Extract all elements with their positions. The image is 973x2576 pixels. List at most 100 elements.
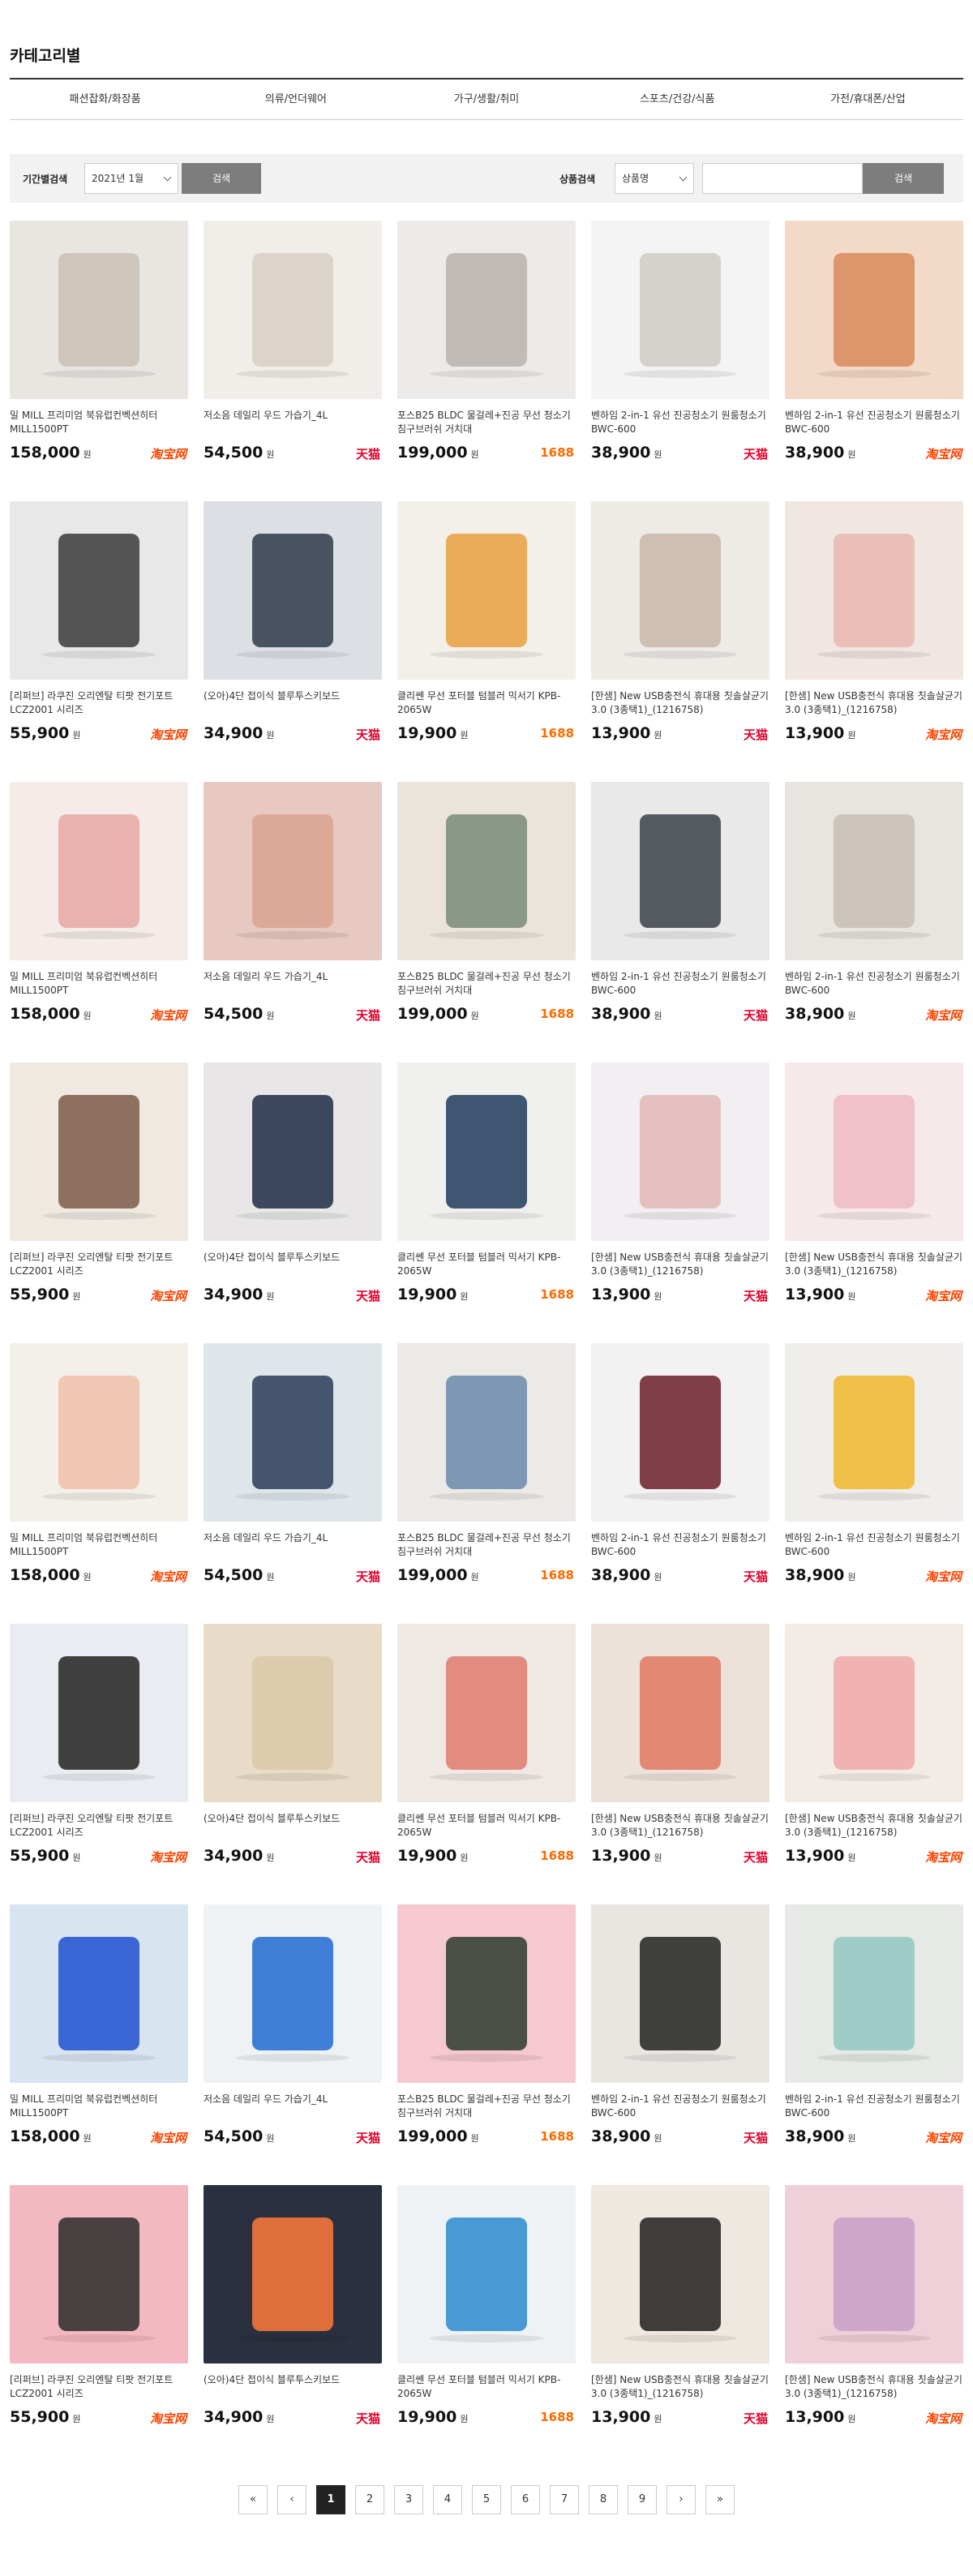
product-name[interactable]: 클리쎈 무선 포터블 텀블러 믹서기 KPB-2065W xyxy=(397,2373,576,2401)
product-image[interactable] xyxy=(397,501,576,680)
product-card[interactable]: 벤하임 2-in-1 유선 진공청소기 원룸청소기 BWC-600 38,900 원… xyxy=(591,1343,769,1624)
period-select[interactable]: 2021년 1월 xyxy=(84,163,178,194)
category-item-fashion[interactable]: 패션잡화/화장품 xyxy=(10,79,200,119)
product-card[interactable]: 밀 MILL 프리미엄 북유럽컨벡션히터 MILL1500PT 158,000 원 淘… xyxy=(10,782,188,1063)
product-card[interactable]: [리퍼브] 라쿠진 오리엔탈 티팟 전기포트 LCZ2001 시리즈 55,900… xyxy=(10,501,188,782)
product-card[interactable]: [리퍼브] 라쿠진 오리엔탈 티팟 전기포트 LCZ2001 시리즈 55,900… xyxy=(10,1063,188,1343)
product-image[interactable] xyxy=(591,1343,769,1522)
product-name[interactable]: (오아)4단 접이식 블루투스키보드 xyxy=(204,1251,382,1278)
product-card[interactable]: 벤하임 2-in-1 유선 진공청소기 원룸청소기 BWC-600 38,900 원… xyxy=(785,1343,963,1624)
category-item-living[interactable]: 가구/생활/취미 xyxy=(391,79,581,119)
product-card[interactable]: [리퍼브] 라쿠진 오리엔탈 티팟 전기포트 LCZ2001 시리즈 55,900… xyxy=(10,1624,188,1904)
product-name[interactable]: 포스B25 BLDC 물걸레+진공 무선 청소기 침구브러쉬 거치대 xyxy=(397,970,576,998)
page-button-1[interactable]: 1 xyxy=(316,2485,345,2514)
product-name[interactable]: 밀 MILL 프리미엄 북유럽컨벡션히터 MILL1500PT xyxy=(10,1531,188,1559)
product-name[interactable]: 밀 MILL 프리미엄 북유럽컨벡션히터 MILL1500PT xyxy=(10,2093,188,2120)
product-card[interactable]: [한샘] New USB충전식 휴대용 칫솔살균기3.0 (3종택1)_(121… xyxy=(591,1063,769,1343)
product-name[interactable]: 클리쎈 무선 포터블 텀블러 믹서기 KPB-2065W xyxy=(397,1812,576,1840)
product-name[interactable]: 밀 MILL 프리미엄 북유럽컨벡션히터 MILL1500PT xyxy=(10,409,188,436)
product-name[interactable]: [리퍼브] 라쿠진 오리엔탈 티팟 전기포트 LCZ2001 시리즈 xyxy=(10,1251,188,1278)
product-card[interactable]: 포스B25 BLDC 물걸레+진공 무선 청소기 침구브러쉬 거치대 199,00… xyxy=(397,1343,576,1624)
product-name[interactable]: (오아)4단 접이식 블루투스키보드 xyxy=(204,1812,382,1840)
product-image[interactable] xyxy=(10,1063,188,1241)
product-card[interactable]: 밀 MILL 프리미엄 북유럽컨벡션히터 MILL1500PT 158,000 원 淘… xyxy=(10,1343,188,1624)
product-image[interactable] xyxy=(204,2185,382,2363)
product-image[interactable] xyxy=(204,1624,382,1802)
product-image[interactable] xyxy=(591,221,769,399)
product-field-select[interactable]: 상품명 xyxy=(615,163,694,194)
product-card[interactable]: [한샘] New USB충전식 휴대용 칫솔살균기3.0 (3종택1)_(121… xyxy=(785,1624,963,1904)
period-search-button[interactable]: 검색 xyxy=(182,163,261,194)
product-image[interactable] xyxy=(10,1343,188,1522)
product-image[interactable] xyxy=(397,782,576,960)
product-name[interactable]: 벤하임 2-in-1 유선 진공청소기 원룸청소기 BWC-600 xyxy=(785,2093,963,2120)
product-name[interactable]: 벤하임 2-in-1 유선 진공청소기 원룸청소기 BWC-600 xyxy=(591,970,769,998)
product-image[interactable] xyxy=(785,1904,963,2083)
product-name[interactable]: [한샘] New USB충전식 휴대용 칫솔살균기3.0 (3종택1)_(121… xyxy=(591,1812,769,1840)
product-card[interactable]: [한샘] New USB충전식 휴대용 칫솔살균기3.0 (3종택1)_(121… xyxy=(591,1624,769,1904)
product-image[interactable] xyxy=(204,221,382,399)
product-image[interactable] xyxy=(397,1624,576,1802)
prev-page-button[interactable]: ‹ xyxy=(277,2485,306,2514)
product-image[interactable] xyxy=(10,2185,188,2363)
product-name[interactable]: [한샘] New USB충전식 휴대용 칫솔살균기3.0 (3종택1)_(121… xyxy=(785,1251,963,1278)
product-name[interactable]: 포스B25 BLDC 물걸레+진공 무선 청소기 침구브러쉬 거치대 xyxy=(397,409,576,436)
product-name[interactable]: [한샘] New USB충전식 휴대용 칫솔살균기3.0 (3종택1)_(121… xyxy=(591,2373,769,2401)
product-card[interactable]: (오아)4단 접이식 블루투스키보드 34,900 원 天猫 xyxy=(204,1624,382,1904)
product-image[interactable] xyxy=(397,221,576,399)
product-card[interactable]: 벤하임 2-in-1 유선 진공청소기 원룸청소기 BWC-600 38,900 원… xyxy=(785,221,963,501)
first-page-button[interactable]: « xyxy=(238,2485,268,2514)
page-button-5[interactable]: 5 xyxy=(472,2485,501,2514)
product-card[interactable]: [한샘] New USB충전식 휴대용 칫솔살균기3.0 (3종택1)_(121… xyxy=(785,1063,963,1343)
page-button-6[interactable]: 6 xyxy=(511,2485,540,2514)
product-card[interactable]: 벤하임 2-in-1 유선 진공청소기 원룸청소기 BWC-600 38,900 원… xyxy=(591,1904,769,2185)
product-card[interactable]: 벤하임 2-in-1 유선 진공청소기 원룸청소기 BWC-600 38,900 원… xyxy=(591,221,769,501)
product-name[interactable]: 벤하임 2-in-1 유선 진공청소기 원룸청소기 BWC-600 xyxy=(591,1531,769,1559)
product-card[interactable]: (오아)4단 접이식 블루투스키보드 34,900 원 天猫 xyxy=(204,1063,382,1343)
product-image[interactable] xyxy=(10,221,188,399)
product-name[interactable]: 벤하임 2-in-1 유선 진공청소기 원룸청소기 BWC-600 xyxy=(591,409,769,436)
page-button-2[interactable]: 2 xyxy=(355,2485,384,2514)
product-image[interactable] xyxy=(591,1063,769,1241)
product-name[interactable]: [한샘] New USB충전식 휴대용 칫솔살균기3.0 (3종택1)_(121… xyxy=(785,1812,963,1840)
product-image[interactable] xyxy=(10,782,188,960)
product-search-input[interactable] xyxy=(702,163,863,194)
product-card[interactable]: 벤하임 2-in-1 유선 진공청소기 원룸청소기 BWC-600 38,900 원… xyxy=(785,782,963,1063)
product-image[interactable] xyxy=(785,501,963,680)
product-card[interactable]: 클리쎈 무선 포터블 텀블러 믹서기 KPB-2065W 19,900 원 1688 xyxy=(397,501,576,782)
product-name[interactable]: 벤하임 2-in-1 유선 진공청소기 원룸청소기 BWC-600 xyxy=(785,970,963,998)
product-name[interactable]: 포스B25 BLDC 물걸레+진공 무선 청소기 침구브러쉬 거치대 xyxy=(397,1531,576,1559)
product-image[interactable] xyxy=(204,1904,382,2083)
product-image[interactable] xyxy=(397,1343,576,1522)
product-image[interactable] xyxy=(785,1063,963,1241)
product-image[interactable] xyxy=(785,2185,963,2363)
product-name[interactable]: 저소음 데일리 우드 가습기_4L xyxy=(204,409,382,436)
product-image[interactable] xyxy=(10,1624,188,1802)
page-button-4[interactable]: 4 xyxy=(433,2485,462,2514)
product-name[interactable]: 벤하임 2-in-1 유선 진공청소기 원룸청소기 BWC-600 xyxy=(591,2093,769,2120)
category-item-sports[interactable]: 스포츠/건강/식품 xyxy=(582,79,773,119)
product-image[interactable] xyxy=(785,782,963,960)
product-image[interactable] xyxy=(397,1063,576,1241)
product-card[interactable]: 저소음 데일리 우드 가습기_4L 54,500 원 天猫 xyxy=(204,221,382,501)
product-card[interactable]: 벤하임 2-in-1 유선 진공청소기 원룸청소기 BWC-600 38,900 원… xyxy=(591,782,769,1063)
product-name[interactable]: 저소음 데일리 우드 가습기_4L xyxy=(204,2093,382,2120)
product-card[interactable]: 밀 MILL 프리미엄 북유럽컨벡션히터 MILL1500PT 158,000 원 淘… xyxy=(10,1904,188,2185)
product-name[interactable]: (오아)4단 접이식 블루투스키보드 xyxy=(204,2373,382,2401)
product-image[interactable] xyxy=(785,221,963,399)
product-name[interactable]: 벤하임 2-in-1 유선 진공청소기 원룸청소기 BWC-600 xyxy=(785,409,963,436)
product-image[interactable] xyxy=(591,1904,769,2083)
page-button-7[interactable]: 7 xyxy=(550,2485,579,2514)
product-image[interactable] xyxy=(10,501,188,680)
product-card[interactable]: [한샘] New USB충전식 휴대용 칫솔살균기3.0 (3종택1)_(121… xyxy=(591,501,769,782)
product-name[interactable]: 클리쎈 무선 포터블 텀블러 믹서기 KPB-2065W xyxy=(397,1251,576,1278)
product-image[interactable] xyxy=(204,1343,382,1522)
product-name[interactable]: 클리쎈 무선 포터블 텀블러 믹서기 KPB-2065W xyxy=(397,689,576,717)
product-card[interactable]: 저소음 데일리 우드 가습기_4L 54,500 원 天猫 xyxy=(204,1904,382,2185)
product-image[interactable] xyxy=(785,1624,963,1802)
product-card[interactable]: 클리쎈 무선 포터블 텀블러 믹서기 KPB-2065W 19,900 원 1688 xyxy=(397,1063,576,1343)
product-search-button[interactable]: 검색 xyxy=(863,163,944,194)
product-name[interactable]: 포스B25 BLDC 물걸레+진공 무선 청소기 침구브러쉬 거치대 xyxy=(397,2093,576,2120)
product-name[interactable]: 저소음 데일리 우드 가습기_4L xyxy=(204,1531,382,1559)
page-button-8[interactable]: 8 xyxy=(589,2485,618,2514)
